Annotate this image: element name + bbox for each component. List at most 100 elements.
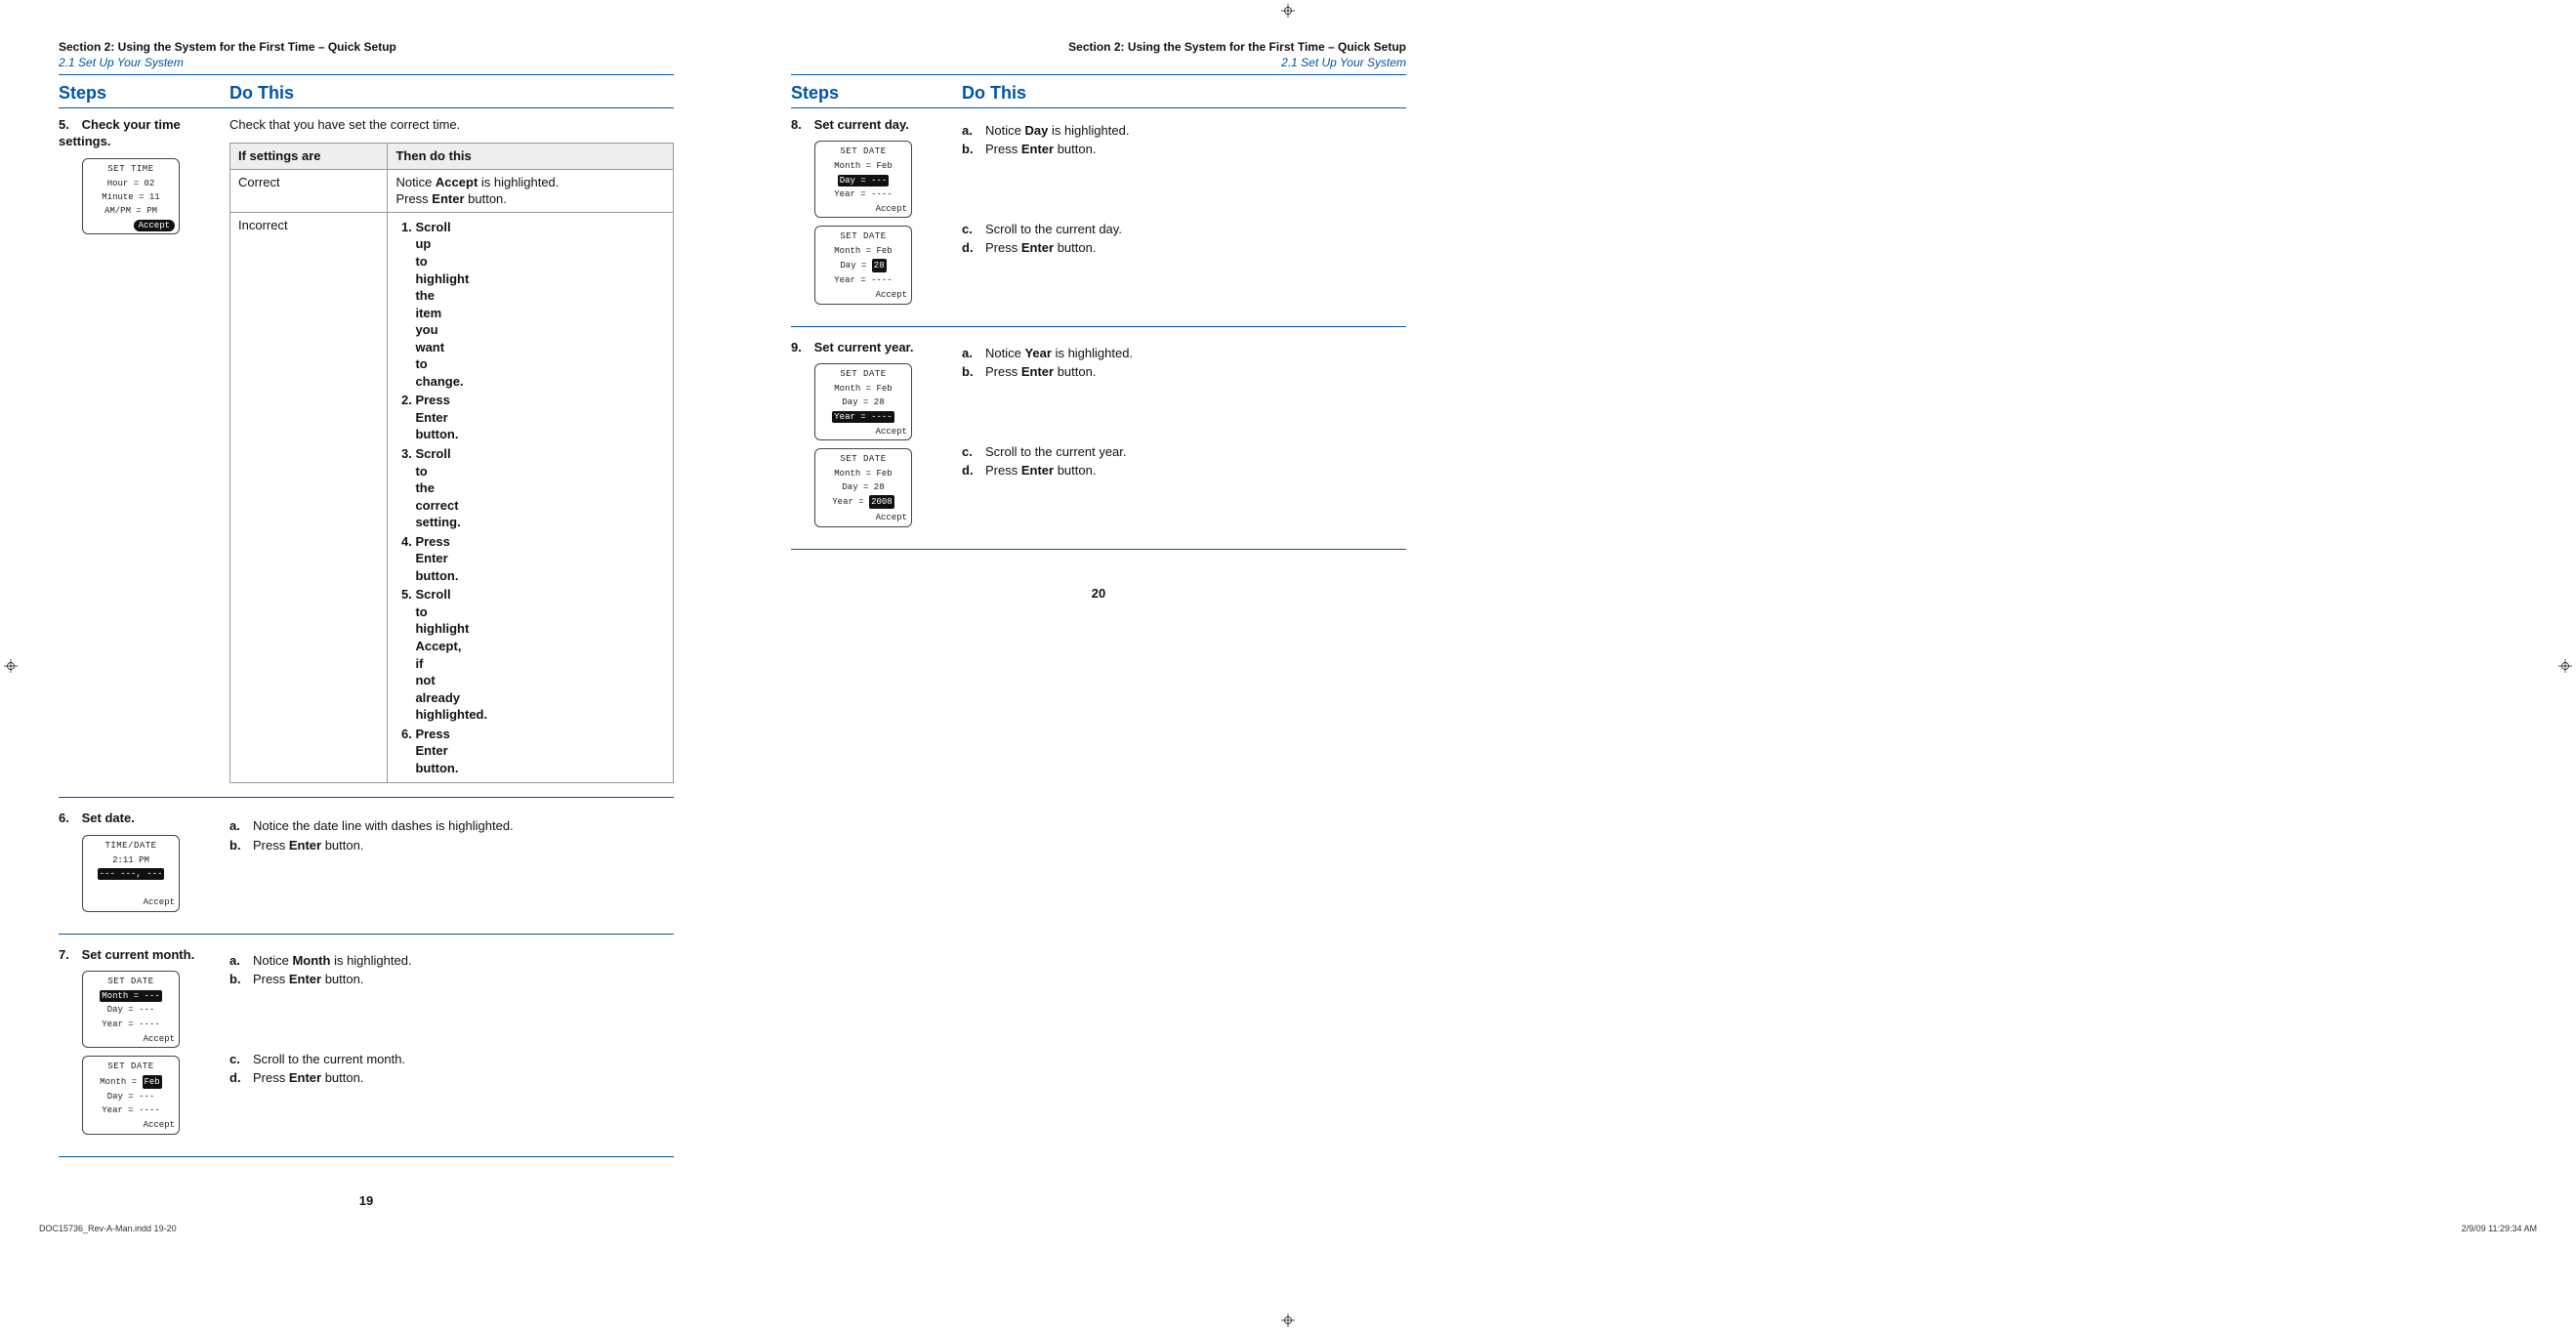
device-accept: Accept <box>87 1117 175 1131</box>
device-line: Minute = 11 <box>87 190 175 204</box>
device-line: Month = Feb <box>819 467 907 480</box>
col-steps: Steps <box>791 81 962 104</box>
device-screen-set-date: SET DATE Month = Feb Day = 28 Year = 200… <box>814 448 912 527</box>
sub-marker: b. <box>962 363 979 381</box>
table-cell: Notice Accept is highlighted. Press Ente… <box>388 169 674 212</box>
device-screen-time-date: TIME/DATE 2:11 PM --- ---, --- Accept <box>82 835 180 912</box>
step-title: Set current year. <box>814 340 914 354</box>
device-line-highlighted: Month = --- <box>100 990 161 1002</box>
section-title: Section 2: Using the System for the Firs… <box>59 39 674 55</box>
device-title: SET TIME <box>87 163 175 175</box>
sub-text: Scroll to the current month. <box>253 1051 405 1068</box>
page-20: Section 2: Using the System for the Firs… <box>791 39 1406 1209</box>
registration-mark-icon <box>4 659 18 673</box>
device-accept: Accept <box>819 201 907 215</box>
sub-marker: c. <box>962 221 979 238</box>
step-title: Set date. <box>82 811 135 825</box>
step-number: 5. <box>59 116 78 134</box>
device-line: Month = Feb <box>819 244 907 258</box>
step-title: Set current day. <box>814 117 909 132</box>
device-line: Day = 28 <box>819 258 907 273</box>
device-title: SET DATE <box>819 230 907 242</box>
step-intro: Check that you have set the correct time… <box>229 116 674 134</box>
table-cell: Correct <box>230 169 388 212</box>
sub-text: Notice the date line with dashes is high… <box>253 817 514 835</box>
header-rule <box>791 74 1406 75</box>
page-header: Section 2: Using the System for the Firs… <box>791 39 1406 70</box>
device-line: Month = Feb <box>819 159 907 173</box>
sub-text: Scroll to the current day. <box>985 221 1122 238</box>
registration-mark-icon <box>1281 4 1295 18</box>
device-value-highlighted: 2008 <box>869 495 894 509</box>
device-screen-set-date: SET DATE Month = --- Day = --- Year = --… <box>82 971 180 1048</box>
device-line: Year = ---- <box>87 1018 175 1031</box>
col-do: Do This <box>229 81 674 104</box>
device-screen-set-date: SET DATE Month = Feb Day = --- Year = --… <box>82 1056 180 1135</box>
header-rule <box>59 74 674 75</box>
sub-text: Press Enter button. <box>985 462 1096 479</box>
device-screen-set-date: SET DATE Month = Feb Day = 28 Year = ---… <box>814 226 912 305</box>
sub-marker: b. <box>229 971 247 988</box>
registration-mark-icon <box>2558 659 2572 673</box>
sub-text: Notice Year is highlighted. <box>985 345 1133 362</box>
table-header: Then do this <box>388 144 674 170</box>
step-number: 6. <box>59 810 78 827</box>
table-row: Incorrect Scroll up to highlight the ite… <box>230 212 674 783</box>
sub-marker: c. <box>229 1051 247 1068</box>
sub-marker: d. <box>962 239 979 257</box>
step-title: Set current month. <box>82 947 195 962</box>
sub-marker: a. <box>962 345 979 362</box>
step-number: 9. <box>791 339 810 356</box>
sub-marker: a. <box>962 122 979 140</box>
columns-header: Steps Do This <box>791 81 1406 107</box>
step-6: 6. Set date. TIME/DATE 2:11 PM --- ---, … <box>59 810 674 934</box>
page-19: Section 2: Using the System for the Firs… <box>59 39 674 1209</box>
device-accept: Accept <box>819 287 907 301</box>
device-line: Day = 28 <box>819 395 907 409</box>
device-line: Year = ---- <box>819 187 907 201</box>
device-screen-set-time: SET TIME Hour = 02 Minute = 11 AM/PM = P… <box>82 158 180 235</box>
print-footer: DOC15736_Rev-A-Man.indd 19-20 2/9/09 11:… <box>0 1219 2576 1240</box>
device-value-highlighted: 28 <box>872 259 887 272</box>
device-line: Hour = 02 <box>87 177 175 190</box>
sub-text: Press Enter button. <box>253 971 363 988</box>
sub-marker: a. <box>229 817 247 835</box>
step-number: 7. <box>59 946 78 964</box>
device-title: SET DATE <box>819 368 907 380</box>
device-title: SET DATE <box>819 453 907 465</box>
device-value-highlighted: Feb <box>143 1075 162 1089</box>
device-line: Day = --- <box>87 1090 175 1103</box>
step-5: 5. Check your time settings. SET TIME Ho… <box>59 116 674 799</box>
device-accept: Accept <box>819 510 907 523</box>
table-row: Correct Notice Accept is highlighted. Pr… <box>230 169 674 212</box>
sub-text: Press Enter button. <box>985 363 1096 381</box>
step-number: 8. <box>791 116 810 134</box>
device-line-highlighted: Year = ---- <box>832 411 893 423</box>
table-cell: Scroll up to highlight the item you want… <box>388 212 674 783</box>
sub-marker: a. <box>229 952 247 970</box>
device-line: Day = 28 <box>819 480 907 494</box>
device-accept: Accept <box>819 424 907 437</box>
page-number: 20 <box>791 585 1406 603</box>
step-9: 9. Set current year. SET DATE Month = Fe… <box>791 339 1406 550</box>
table-cell: Incorrect <box>230 212 388 783</box>
device-accept: Accept <box>87 895 175 908</box>
col-do: Do This <box>962 81 1406 104</box>
sub-text: Press Enter button. <box>253 837 363 854</box>
sub-marker: d. <box>229 1069 247 1087</box>
device-line: Year = 2008 <box>819 494 907 510</box>
device-line: Month = Feb <box>819 382 907 395</box>
page-number: 19 <box>59 1192 674 1210</box>
step-8: 8. Set current day. SET DATE Month = Feb… <box>791 116 1406 327</box>
step-7: 7. Set current month. SET DATE Month = -… <box>59 946 674 1157</box>
sub-marker: d. <box>962 462 979 479</box>
sub-marker: b. <box>229 837 247 854</box>
device-line: Year = ---- <box>819 273 907 287</box>
device-screen-set-date: SET DATE Month = Feb Day = 28 Year = ---… <box>814 363 912 440</box>
sub-text: Press Enter button. <box>253 1069 363 1087</box>
device-line-highlighted: --- ---, --- <box>98 868 165 880</box>
device-title: SET DATE <box>87 976 175 987</box>
sub-marker: c. <box>962 443 979 461</box>
sub-text: Press Enter button. <box>985 239 1096 257</box>
columns-header: Steps Do This <box>59 81 674 107</box>
